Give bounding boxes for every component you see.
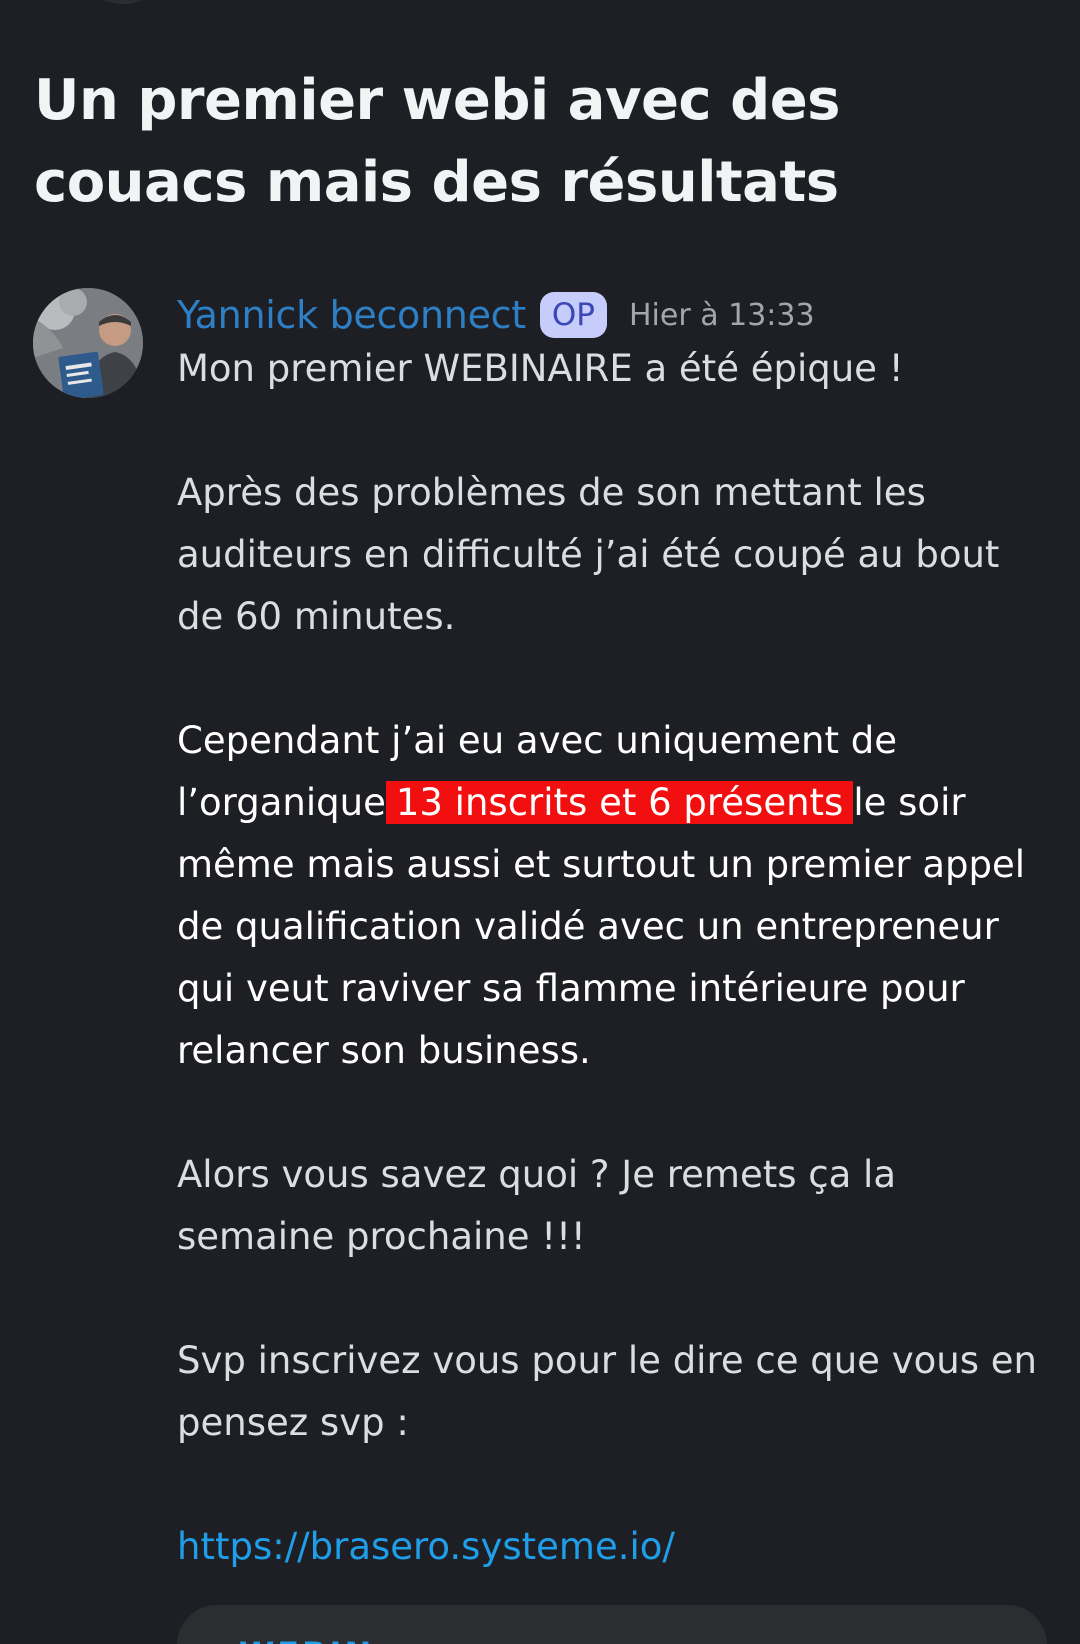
message-paragraph: Après des problèmes de son mettant les a… [177,471,1000,638]
avatar-photo-icon [33,288,143,398]
message-paragraph: Mon premier WEBINAIRE a été épique ! [177,347,904,390]
embed-title: WEBIN [239,1635,374,1644]
message-body: Mon premier WEBINAIRE a été épique ! Apr… [177,338,1057,1640]
message-paragraph: Svp inscrivez vous pour le dire ce que v… [177,1339,1037,1444]
author-name[interactable]: Yannick beconnect [177,293,526,337]
highlighted-text: 13 inscrits et 6 présents [385,781,854,824]
link-embed-card[interactable]: WEBIN [177,1605,1047,1644]
op-badge: OP [539,292,607,338]
message-paragraph: Alors vous savez quoi ? Je remets ça la … [177,1153,896,1258]
message-link[interactable]: https://brasero.systeme.io/ [177,1525,675,1568]
message-paragraph-highlighted: Cependant j’ai eu avec uniquement de l’o… [177,710,1057,1082]
user-avatar-icon[interactable] [33,288,143,398]
message-timestamp: Hier à 13:33 [628,297,815,333]
paragraph-text: le soir même mais aussi et surtout un pr… [177,781,1026,1072]
message-header: Yannick beconnect OP Hier à 13:33 [177,290,815,340]
top-avatar-remnant [78,0,168,4]
thread-title: Un premier webi avec des couacs mais des… [34,68,841,215]
